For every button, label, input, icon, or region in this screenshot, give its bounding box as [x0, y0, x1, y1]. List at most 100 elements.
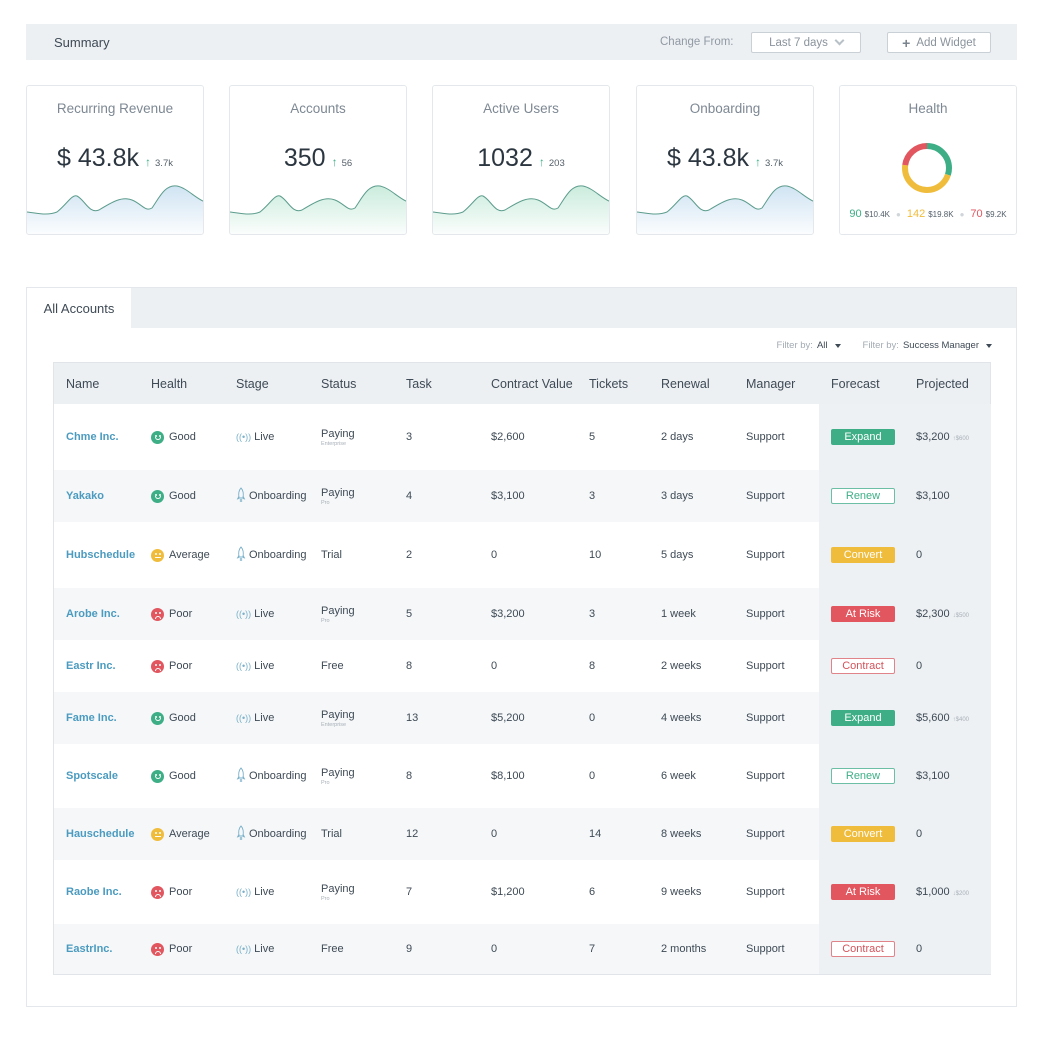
table-row[interactable]: Arobe Inc. Poor ((•)) Live Paying Pro 5 $3… [54, 588, 991, 640]
stage-label: Live [254, 712, 275, 724]
kpi-delta: 3.7k [155, 158, 173, 169]
column-header-projected[interactable]: Projected [904, 377, 982, 391]
renewal-time: 8 weeks [661, 828, 702, 840]
chevron-down-icon [834, 35, 845, 46]
column-header-forecast[interactable]: Forecast [819, 377, 904, 391]
broadcast-icon: ((•)) [236, 944, 252, 954]
rocket-icon [236, 486, 246, 506]
forecast-badge[interactable]: Expand [831, 710, 895, 726]
forecast-badge[interactable]: Expand [831, 429, 895, 445]
health-cell: Average [151, 827, 224, 841]
filter-success-manager[interactable]: Filter by: Success Manager [863, 340, 992, 351]
manager-name: Support [746, 660, 785, 672]
stage-label: Onboarding [249, 490, 307, 502]
column-header-contract-value[interactable]: Contract Value [479, 377, 577, 391]
health-poor-amount: $9.2K [985, 210, 1007, 219]
table-row[interactable]: Eastr Inc. Poor ((•)) Live Free 8 0 8 2 w… [54, 640, 991, 692]
table-row[interactable]: Spotscale Good Onboarding Paying Pro 8 $8… [54, 744, 991, 808]
kpi-card-onboarding[interactable]: Onboarding $ 43.8k ↑ 3.7k [636, 85, 814, 235]
contract-value: $3,100 [491, 490, 525, 502]
forecast-badge[interactable]: Contract [831, 941, 895, 957]
account-name-link[interactable]: Fame Inc. [66, 712, 117, 724]
health-cell: Poor [151, 942, 224, 956]
kpi-card-accounts[interactable]: Accounts 350 ↑ 56 [229, 85, 407, 235]
filter-label: Filter by: [862, 340, 899, 351]
account-name-link[interactable]: Arobe Inc. [66, 608, 120, 620]
health-average-amount: $19.8K [928, 210, 954, 219]
stage-cell: Onboarding [236, 486, 309, 506]
renewal-time: 9 weeks [661, 886, 702, 898]
status-label: Free [321, 942, 344, 955]
column-header-status[interactable]: Status [309, 377, 394, 391]
task-count: 13 [406, 712, 419, 724]
forecast-badge[interactable]: At Risk [831, 606, 895, 622]
health-average-face-icon [151, 548, 164, 562]
contract-value: $2,600 [491, 431, 525, 443]
manager-name: Support [746, 490, 785, 502]
stage-label: Onboarding [249, 770, 307, 782]
forecast-badge[interactable]: Contract [831, 658, 895, 674]
account-name-link[interactable]: Hubschedule [66, 549, 135, 561]
table-body: Chme Inc. Good ((•)) Live Paying Enterpris… [54, 404, 991, 974]
column-header-name[interactable]: Name [54, 377, 139, 391]
column-header-task[interactable]: Task [394, 377, 479, 391]
sparkline-chart [230, 185, 406, 234]
kpi-delta: 56 [341, 158, 353, 169]
column-header-health[interactable]: Health [139, 377, 224, 391]
rocket-icon [236, 766, 246, 786]
projected-value: $3,100 [916, 770, 950, 782]
projected-delta: ↓$500 [952, 613, 970, 619]
column-header-manager[interactable]: Manager [734, 377, 819, 391]
task-count: 9 [406, 943, 413, 955]
table-row[interactable]: Raobe Inc. Poor ((•)) Live Paying Pro 7 $1… [54, 860, 991, 924]
kpi-value: 1032 [477, 144, 533, 172]
contract-value: 0 [491, 549, 498, 561]
kpi-card-active-users[interactable]: Active Users 1032 ↑ 203 [432, 85, 610, 235]
sparkline-area [433, 185, 609, 234]
forecast-badge[interactable]: Convert [831, 826, 895, 842]
forecast-badge[interactable]: Convert [831, 547, 895, 563]
forecast-badge[interactable]: Renew [831, 488, 895, 504]
table-row[interactable]: Chme Inc. Good ((•)) Live Paying Enterpris… [54, 404, 991, 470]
contract-value: 0 [491, 660, 498, 672]
account-name-link[interactable]: Chme Inc. [66, 431, 119, 443]
health-good-face-icon [151, 711, 164, 725]
account-name-link[interactable]: EastrInc. [66, 943, 112, 955]
health-label: Good [169, 490, 196, 502]
kpi-value-row: $ 43.8k ↑ 3.7k [637, 144, 813, 173]
projected-value: $3,100 [916, 490, 950, 502]
table-row[interactable]: Hubschedule Average Onboarding Trial 2 0… [54, 522, 991, 588]
add-widget-button[interactable]: + Add Widget [887, 32, 991, 53]
kpi-card-health[interactable]: Health 90 $10.4K ● 142 $19.8K ● 70 $9.2K [839, 85, 1017, 235]
plus-icon: + [902, 34, 911, 51]
date-range-select[interactable]: Last 7 days [751, 32, 861, 53]
stage-label: Live [254, 431, 275, 443]
column-header-stage[interactable]: Stage [224, 377, 309, 391]
filter-all[interactable]: Filter by: All [777, 340, 841, 351]
stage-cell: ((•)) Live [236, 608, 309, 620]
kpi-card-recurring-revenue[interactable]: Recurring Revenue $ 43.8k ↑ 3.7k [26, 85, 204, 235]
manager-name: Support [746, 886, 785, 898]
table-row[interactable]: Hauschedule Average Onboarding Trial 12 … [54, 808, 991, 860]
health-label: Good [169, 770, 196, 782]
ticket-count: 0 [589, 712, 596, 724]
table-row[interactable]: Fame Inc. Good ((•)) Live Paying Enterpris… [54, 692, 991, 744]
account-name-link[interactable]: Yakako [66, 490, 104, 502]
broadcast-icon: ((•)) [236, 713, 252, 723]
forecast-badge[interactable]: At Risk [831, 884, 895, 900]
ticket-count: 6 [589, 886, 596, 898]
account-name-link[interactable]: Eastr Inc. [66, 660, 116, 672]
caret-down-icon [986, 343, 992, 348]
table-row[interactable]: Yakako Good Onboarding Paying Pro 4 $3,10… [54, 470, 991, 522]
column-header-tickets[interactable]: Tickets [577, 377, 649, 391]
account-name-link[interactable]: Spotscale [66, 770, 118, 782]
tab-all-accounts[interactable]: All Accounts [27, 288, 131, 329]
summary-title: Summary [54, 34, 110, 50]
table-row[interactable]: EastrInc. Poor ((•)) Live Free 9 0 7 2 mo… [54, 924, 991, 974]
account-name-link[interactable]: Hauschedule [66, 828, 134, 840]
account-name-link[interactable]: Raobe Inc. [66, 886, 122, 898]
column-header-renewal[interactable]: Renewal [649, 377, 734, 391]
status-label: Paying [321, 604, 355, 617]
forecast-badge[interactable]: Renew [831, 768, 895, 784]
contract-value: 0 [491, 943, 498, 955]
